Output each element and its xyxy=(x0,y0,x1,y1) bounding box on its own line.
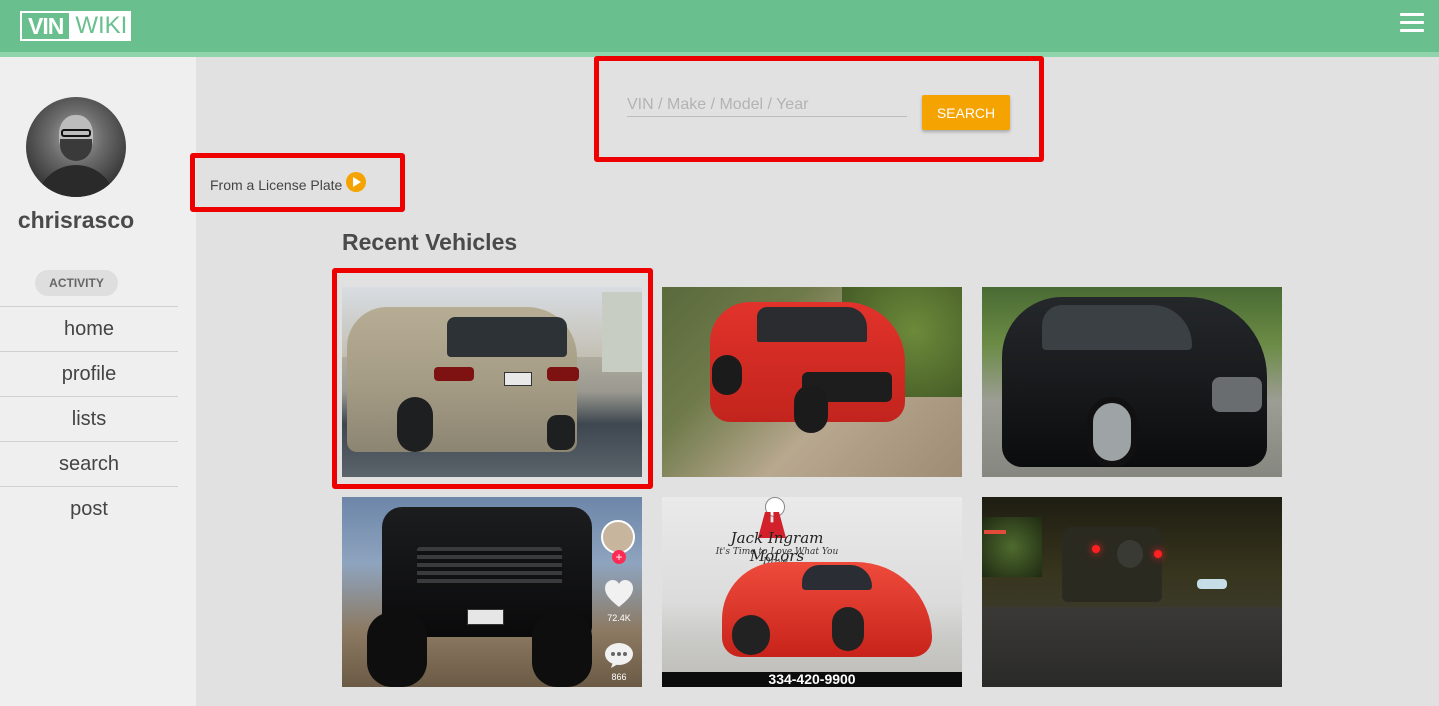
vehicle-thumbnail-1[interactable] xyxy=(342,287,642,477)
photo-license-plate xyxy=(504,372,532,386)
sidebar: chrisrasco ACTIVITY home profile lists s… xyxy=(0,57,196,706)
vehicle-thumbnail-6[interactable] xyxy=(982,497,1282,687)
photo-wheel-right xyxy=(794,385,828,433)
photo-tree-left xyxy=(982,517,1042,577)
avatar[interactable] xyxy=(26,97,126,197)
vehicle-thumbnail-3[interactable] xyxy=(982,287,1282,477)
photo-tail-light-right xyxy=(1154,550,1162,558)
vehicle-thumbnail-5[interactable]: Jack Ingram Motors It's Time to Love Wha… xyxy=(662,497,962,687)
vinwiki-logo[interactable]: VIN WIKI xyxy=(20,11,132,41)
likes-count: 72.4K xyxy=(607,613,631,623)
photo-wheel-left xyxy=(732,615,770,655)
logo-wiki-text: WIKI xyxy=(71,11,132,41)
photo-windows xyxy=(1042,305,1192,350)
photo-distant-car xyxy=(1197,579,1227,589)
follow-plus-icon[interactable]: + xyxy=(612,550,626,564)
photo-tail-light-left xyxy=(434,367,474,381)
photo-spare-tire xyxy=(1117,540,1143,568)
hamburger-menu-icon[interactable] xyxy=(1400,13,1424,35)
photo-jeep-body xyxy=(1062,527,1162,602)
photo-suv-rear-window xyxy=(447,317,567,357)
photo-truck-grille xyxy=(417,547,562,587)
dealer-phone: 334-420-9900 xyxy=(662,672,962,687)
sidebar-item-home[interactable]: home xyxy=(0,306,178,351)
username[interactable]: chrisrasco xyxy=(0,207,152,234)
photo-wheel-left xyxy=(712,355,742,395)
logo-vin-text: VIN xyxy=(20,11,72,41)
photo-grille xyxy=(1212,377,1262,412)
license-plate-link[interactable]: From a License Plate xyxy=(210,171,367,193)
license-plate-label: From a License Plate xyxy=(210,177,343,193)
recent-vehicles-title: Recent Vehicles xyxy=(342,229,518,255)
search-input[interactable] xyxy=(627,93,907,117)
photo-license-plate xyxy=(467,609,504,625)
photo-wheel-right xyxy=(532,612,592,687)
search-button[interactable]: SEARCH xyxy=(922,95,1010,130)
creator-avatar[interactable] xyxy=(601,520,635,554)
photo-tail-light-right xyxy=(547,367,579,381)
photo-wheel-right xyxy=(832,607,864,651)
photo-wheel xyxy=(1087,397,1137,467)
photo-sports-car-window xyxy=(802,565,872,590)
photo-parking-lot xyxy=(982,607,1282,687)
top-bar: VIN WIKI xyxy=(0,0,1439,52)
sidebar-item-lists[interactable]: lists xyxy=(0,396,178,441)
sidebar-nav: home profile lists search post xyxy=(0,306,178,531)
photo-neon-sign xyxy=(984,530,1006,534)
sidebar-item-post[interactable]: post xyxy=(0,486,178,531)
sidebar-item-search[interactable]: search xyxy=(0,441,178,486)
activity-button[interactable]: ACTIVITY xyxy=(35,270,118,296)
play-circle-icon xyxy=(346,172,367,192)
comment-icon[interactable] xyxy=(604,642,634,668)
vehicle-thumbnail-2[interactable] xyxy=(662,287,962,477)
photo-tail-light-left xyxy=(1092,545,1100,553)
comments-count: 866 xyxy=(611,672,627,682)
heart-icon[interactable] xyxy=(604,580,634,608)
photo-wheel-right xyxy=(547,415,575,450)
sidebar-item-profile[interactable]: profile xyxy=(0,351,178,396)
vehicle-thumbnail-4[interactable]: + 72.4K 866 xyxy=(342,497,642,687)
photo-building xyxy=(602,292,642,372)
photo-windshield xyxy=(757,307,867,342)
photo-wheel-left xyxy=(367,612,427,687)
photo-wheel-left xyxy=(397,397,433,452)
